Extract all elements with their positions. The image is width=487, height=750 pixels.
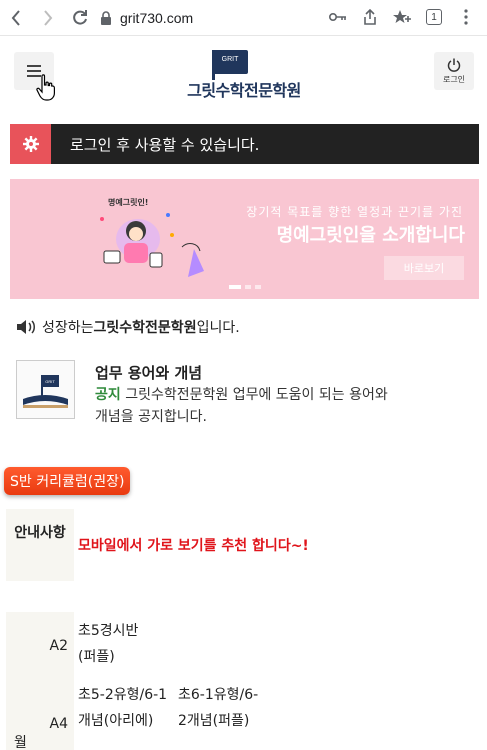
guide-table: 안내사항 모바일에서 가로 보기를 추천 합니다~! xyxy=(6,509,366,581)
post-thumbnail[interactable]: GRIT xyxy=(16,360,75,419)
guide-header: 안내사항 xyxy=(6,509,74,581)
login-button[interactable]: 로그인 xyxy=(434,52,474,90)
hand-cursor-icon xyxy=(36,74,55,101)
curriculum-badge: S반 커리큘럼(권장) xyxy=(4,467,131,495)
carousel-dots[interactable] xyxy=(229,285,261,289)
carousel-dot[interactable] xyxy=(245,285,251,289)
forward-icon[interactable] xyxy=(36,6,60,30)
lock-icon xyxy=(101,10,111,25)
row-label: A4 xyxy=(49,716,68,732)
key-icon[interactable] xyxy=(327,6,349,28)
row-label: A2 xyxy=(49,638,68,654)
carousel-dot[interactable] xyxy=(229,285,241,289)
gear-icon xyxy=(10,124,51,164)
login-label: 로그인 xyxy=(442,74,466,84)
post-title[interactable]: 업무 용어와 개념 xyxy=(95,362,202,383)
browser-toolbar: grit730.com 1 xyxy=(0,0,487,36)
logo-flag: GRIT xyxy=(212,50,248,74)
post-tag: 공지 xyxy=(95,387,121,403)
carousel-dot[interactable] xyxy=(255,285,261,289)
reload-icon[interactable] xyxy=(68,6,92,30)
intro-suffix: 입니다. xyxy=(196,320,240,336)
svg-text:GRIT: GRIT xyxy=(45,379,55,384)
login-required-notice: 로그인 후 사용할 수 있습니다. xyxy=(10,124,479,164)
intro-line: 성장하는 그릿수학전문학원 입니다. xyxy=(16,317,240,337)
cartoon-illustration: 명예그릿인! xyxy=(100,197,204,277)
banner-cta-button[interactable]: 바로보기 xyxy=(384,256,464,280)
banner-title: 명예그릿인을 소개합니다 xyxy=(276,225,465,246)
banner-subtitle: 장기적 목표를 향한 열정과 끈기를 가진 xyxy=(246,205,463,219)
site-logo[interactable]: GRIT 그릿수학전문학원 xyxy=(186,50,302,100)
table-cell: 초5경시반(퍼플) xyxy=(78,623,139,665)
tab-count: 1 xyxy=(426,9,442,25)
bookmark-star-icon[interactable] xyxy=(391,6,413,28)
address-bar[interactable]: grit730.com xyxy=(100,10,193,26)
power-icon xyxy=(447,58,461,72)
more-options-icon[interactable] xyxy=(455,6,477,28)
curriculum-table: A2 초5경시반(퍼플) A4 초5-2유형/6-1개념(아리에) 초6-1유형… xyxy=(6,612,276,750)
intro-prefix: 성장하는 xyxy=(42,320,94,336)
guide-body: 모바일에서 가로 보기를 추천 합니다~! xyxy=(78,538,309,554)
url-text: grit730.com xyxy=(120,9,194,26)
share-icon[interactable] xyxy=(359,6,381,28)
row-group-label: 월 xyxy=(14,735,27,750)
notice-text: 로그인 후 사용할 수 있습니다. xyxy=(70,135,260,154)
back-icon[interactable] xyxy=(4,6,28,30)
logo-name: 그릿수학전문학원 xyxy=(187,81,301,100)
site-header: GRIT 그릿수학전문학원 로그인 xyxy=(0,36,487,120)
intro-school: 그릿수학전문학원 xyxy=(93,320,197,336)
honor-banner[interactable]: 명예그릿인! 장기적 목표를 향한 열정과 끈기를 가진 명예그릿인을 소개합니… xyxy=(10,179,479,299)
speaker-icon xyxy=(17,320,35,334)
table-cell: 초6-1유형/6-2개념(퍼플) xyxy=(178,687,259,729)
tab-switcher-button[interactable]: 1 xyxy=(423,6,445,28)
post-description: 공지 그릿수학전문학원 업무에 도움이 되는 용어와 개념을 공지합니다. xyxy=(95,387,388,425)
table-cell: 초5-2유형/6-1개념(아리에) xyxy=(78,687,168,729)
svg-text:명예그릿인!: 명예그릿인! xyxy=(108,197,148,207)
